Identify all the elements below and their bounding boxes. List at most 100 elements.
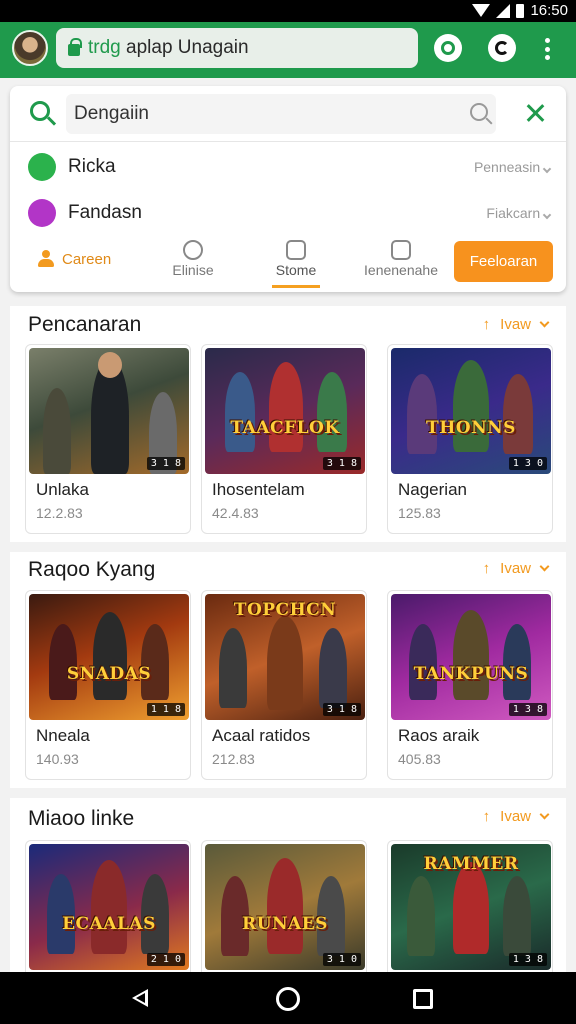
game-name: Unlaka [36, 480, 89, 499]
status-icons: 16:50 [472, 2, 568, 19]
back-icon[interactable] [132, 989, 148, 1007]
view-all-link[interactable]: ↑ Ivaw [483, 316, 550, 333]
refresh-icon [441, 41, 455, 55]
close-icon[interactable] [524, 102, 546, 124]
globe-icon [28, 153, 56, 181]
suggestion-item[interactable]: Fandasn Fiakcarn [10, 190, 566, 236]
tab-label: Elinise [172, 262, 214, 278]
system-nav-bar [0, 972, 576, 1024]
game-card[interactable]: TAACFLOK 3 1 8 Ihosentelam 42.4.83 [201, 344, 367, 534]
section-title: Raqoo Kyang [28, 558, 156, 581]
game-name: Nagerian [398, 480, 467, 499]
game-logo-text: ECAALAS [62, 914, 156, 934]
game-card[interactable]: TOPCHCN 3 1 8 Acaal ratidos 212.83 [201, 590, 367, 780]
section-title: Miaoo linke [28, 807, 135, 830]
game-name: Raos araik [398, 726, 480, 745]
rating-badge: 2 1 0 [146, 953, 185, 966]
arrow-up-icon: ↑ [482, 560, 491, 577]
chevron-down-icon [539, 809, 550, 820]
home-icon[interactable] [276, 987, 300, 1011]
arrow-up-icon: ↑ [482, 808, 491, 825]
chevron-down-icon [539, 561, 550, 572]
game-section: Raqoo Kyang ↑ Ivaw SNADAS 1 1 8 Nneala 1… [10, 552, 566, 788]
game-logo-text: RUNAES [242, 914, 328, 934]
game-meta: 405.83 [398, 751, 441, 767]
game-thumbnail: SNADAS 1 1 8 [29, 594, 189, 720]
rating-badge: 3 1 0 [322, 953, 361, 966]
browser-toolbar: trdg aplap Unagain [0, 22, 576, 78]
rating-badge: 1 3 0 [508, 457, 547, 470]
search-icon [30, 101, 50, 121]
game-thumbnail: TOPCHCN 3 1 8 [205, 594, 365, 720]
library-icon [391, 240, 411, 260]
suggestion-label: Fandasn [68, 202, 142, 223]
recents-icon[interactable] [413, 989, 433, 1009]
status-bar: 16:50 [0, 0, 576, 22]
game-meta: 140.93 [36, 751, 79, 767]
game-thumbnail: ECAALAS 2 1 0 [29, 844, 189, 970]
status-time: 16:50 [530, 2, 568, 19]
refresh-button[interactable] [434, 34, 462, 62]
tab-label: Careen [62, 250, 112, 268]
address-bar[interactable]: trdg aplap Unagain [56, 28, 418, 68]
game-thumbnail: 3 1 8 [29, 348, 189, 474]
extension-button[interactable] [488, 34, 516, 62]
game-logo-text: THONNS [426, 418, 516, 438]
game-section: Miaoo linke ↑ Ivaw ECAALAS 2 1 0 RUNAES … [10, 798, 566, 980]
lock-icon [68, 38, 82, 56]
category-tabs: Careen Elinise Stome Ienenenahe Feeloara… [10, 236, 566, 288]
url-rest: aplap Unagain [120, 37, 249, 58]
game-logo-text: TAACFLOK [230, 418, 340, 438]
game-meta: 12.2.83 [36, 505, 83, 521]
rating-badge: 1 1 8 [146, 703, 185, 716]
person-icon [38, 250, 54, 268]
search-panel: Ricka Penneasin Fandasn Fiakcarn Careen … [10, 86, 566, 292]
messenger-icon [28, 199, 56, 227]
section-title: Pencanaran [28, 313, 142, 336]
game-meta: 125.83 [398, 505, 441, 521]
suggestion-item[interactable]: Ricka Penneasin [10, 144, 566, 190]
tab-careen[interactable]: Careen [38, 250, 111, 268]
tab-ienenenahe[interactable]: Ienenenahe [360, 236, 442, 288]
view-all-label: Ivaw [500, 808, 531, 825]
game-meta: 42.4.83 [212, 505, 259, 521]
avatar[interactable] [12, 30, 48, 66]
game-card[interactable]: SNADAS 1 1 8 Nneala 140.93 [25, 590, 191, 780]
game-name: Nneala [36, 726, 90, 745]
view-all-link[interactable]: ↑ Ivaw [482, 560, 550, 577]
view-all-label: Ivaw [500, 560, 531, 577]
rating-badge: 3 1 8 [322, 457, 361, 470]
wifi-icon [472, 4, 491, 17]
game-name: Ihosentelam [212, 480, 305, 499]
game-meta: 212.83 [212, 751, 255, 767]
tab-elinise[interactable]: Elinise [160, 236, 226, 288]
game-card[interactable]: THONNS 1 3 0 Nagerian 125.83 [387, 344, 553, 534]
view-all-link[interactable]: ↑ Ivaw [482, 808, 550, 825]
tab-label: Ienenenahe [364, 262, 438, 278]
rating-badge: 3 1 8 [146, 457, 185, 470]
search-row [10, 86, 566, 142]
chevron-down-icon [539, 317, 550, 328]
compass-icon [183, 240, 203, 260]
url-prefix: trdg [88, 37, 121, 58]
suggestion-label: Ricka [68, 156, 116, 177]
search-input[interactable] [66, 94, 496, 134]
extension-icon [495, 41, 509, 55]
feeloaran-button[interactable]: Feeloaran [454, 241, 553, 282]
rating-badge: 3 1 8 [322, 703, 361, 716]
game-logo-text: TOPCHCN [233, 600, 337, 620]
rating-badge: 1 3 8 [508, 703, 547, 716]
more-menu-button[interactable] [544, 38, 550, 60]
game-card[interactable]: TANKPUNS 1 3 8 Raos araik 405.83 [387, 590, 553, 780]
game-card[interactable]: 3 1 8 Unlaka 12.2.83 [25, 344, 191, 534]
rating-badge: 1 3 8 [508, 953, 547, 966]
game-thumbnail: RUNAES 3 1 0 [205, 844, 365, 970]
tab-label: Stome [275, 262, 317, 278]
tab-stome[interactable]: Stome [272, 236, 320, 288]
magnifier-icon[interactable] [470, 103, 488, 121]
game-card[interactable]: ECAALAS 2 1 0 [25, 840, 191, 980]
game-card[interactable]: RAMMER 1 3 8 [387, 840, 553, 980]
battery-icon [516, 3, 525, 18]
game-card[interactable]: RUNAES 3 1 0 [201, 840, 367, 980]
game-logo-text: TANKPUNS [413, 664, 529, 684]
